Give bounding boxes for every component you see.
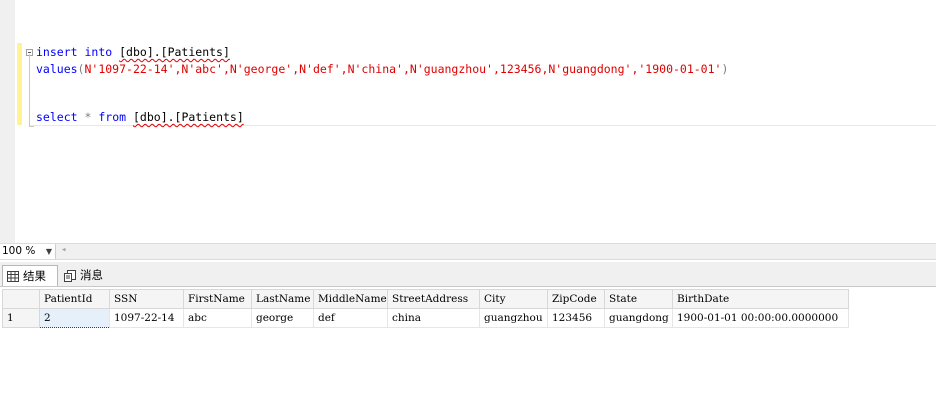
change-tracking-bar bbox=[17, 43, 22, 125]
grid-cell[interactable]: guangzhou bbox=[479, 308, 548, 328]
column-header[interactable]: FirstName bbox=[183, 289, 252, 309]
grid-cell[interactable]: china bbox=[387, 308, 480, 328]
row-number[interactable]: 1 bbox=[2, 308, 40, 328]
scroll-left-icon[interactable]: ◂ bbox=[61, 245, 66, 255]
outline-line bbox=[29, 54, 30, 126]
results-tab-strip: 结果 消息 bbox=[0, 262, 936, 286]
column-header[interactable]: PatientId bbox=[39, 289, 110, 309]
table-identifier: [dbo].[Patients] bbox=[133, 110, 244, 124]
code-line-2[interactable]: values(N'1097-22-14',N'abc',N'george',N'… bbox=[36, 62, 728, 77]
results-table: PatientId SSN FirstName LastName MiddleN… bbox=[2, 289, 849, 328]
results-grid[interactable]: PatientId SSN FirstName LastName MiddleN… bbox=[0, 286, 936, 410]
grid-corner[interactable] bbox=[2, 289, 40, 309]
grid-cell[interactable]: def bbox=[313, 308, 388, 328]
column-header[interactable]: ZipCode bbox=[547, 289, 605, 309]
table-identifier: [dbo].[Patients] bbox=[119, 45, 230, 59]
grid-cell[interactable]: abc bbox=[183, 308, 252, 328]
keyword-into: into bbox=[84, 45, 113, 59]
keyword-select: select bbox=[36, 110, 78, 124]
tab-results[interactable]: 结果 bbox=[2, 265, 58, 286]
grid-cell[interactable]: 1097-22-14 bbox=[109, 308, 184, 328]
column-header[interactable]: BirthDate bbox=[672, 289, 849, 309]
messages-icon bbox=[64, 269, 76, 282]
table-row: 1 2 1097-22-14 abc george def china guan… bbox=[2, 308, 849, 328]
paren-close: ) bbox=[721, 62, 729, 76]
zoom-value: 100 % bbox=[2, 245, 36, 257]
header-row: PatientId SSN FirstName LastName MiddleN… bbox=[2, 289, 849, 309]
tab-messages-label: 消息 bbox=[80, 268, 103, 282]
tab-messages[interactable]: 消息 bbox=[60, 265, 114, 286]
code-line-1[interactable]: insert into [dbo].[Patients] bbox=[36, 45, 230, 60]
grid-cell[interactable]: 123456 bbox=[547, 308, 605, 328]
editor-left-margin bbox=[0, 0, 15, 243]
grid-cell[interactable]: guangdong bbox=[604, 308, 673, 328]
editor-status-bar: 100 % ▼ ◂ bbox=[0, 243, 936, 260]
zoom-dropdown[interactable]: 100 % ▼ bbox=[0, 244, 56, 259]
keyword-values: values bbox=[36, 62, 78, 76]
chevron-down-icon[interactable]: ▼ bbox=[46, 244, 52, 259]
tab-results-label: 结果 bbox=[23, 269, 46, 283]
outline-end bbox=[29, 126, 34, 127]
keyword-insert: insert bbox=[36, 45, 78, 59]
query-editor[interactable]: insert into [dbo].[Patients] values(N'10… bbox=[0, 0, 936, 243]
grid-cell[interactable]: george bbox=[251, 308, 314, 328]
code-line-3[interactable]: select * from [dbo].[Patients] bbox=[36, 110, 244, 125]
column-header[interactable]: StreetAddress bbox=[387, 289, 480, 309]
grid-icon bbox=[7, 271, 19, 282]
keyword-from: from bbox=[98, 110, 127, 124]
column-header[interactable]: MiddleName bbox=[313, 289, 388, 309]
column-header[interactable]: SSN bbox=[109, 289, 184, 309]
grid-cell[interactable]: 2 bbox=[39, 308, 110, 328]
star-operator: * bbox=[84, 110, 92, 124]
values-arguments: N'1097-22-14',N'abc',N'george',N'def',N'… bbox=[84, 62, 722, 76]
column-header[interactable]: LastName bbox=[251, 289, 314, 309]
grid-cell[interactable]: 1900-01-01 00:00:00.0000000 bbox=[672, 308, 849, 328]
current-line-marker bbox=[30, 125, 936, 126]
column-header[interactable]: State bbox=[604, 289, 673, 309]
column-header[interactable]: City bbox=[479, 289, 548, 309]
